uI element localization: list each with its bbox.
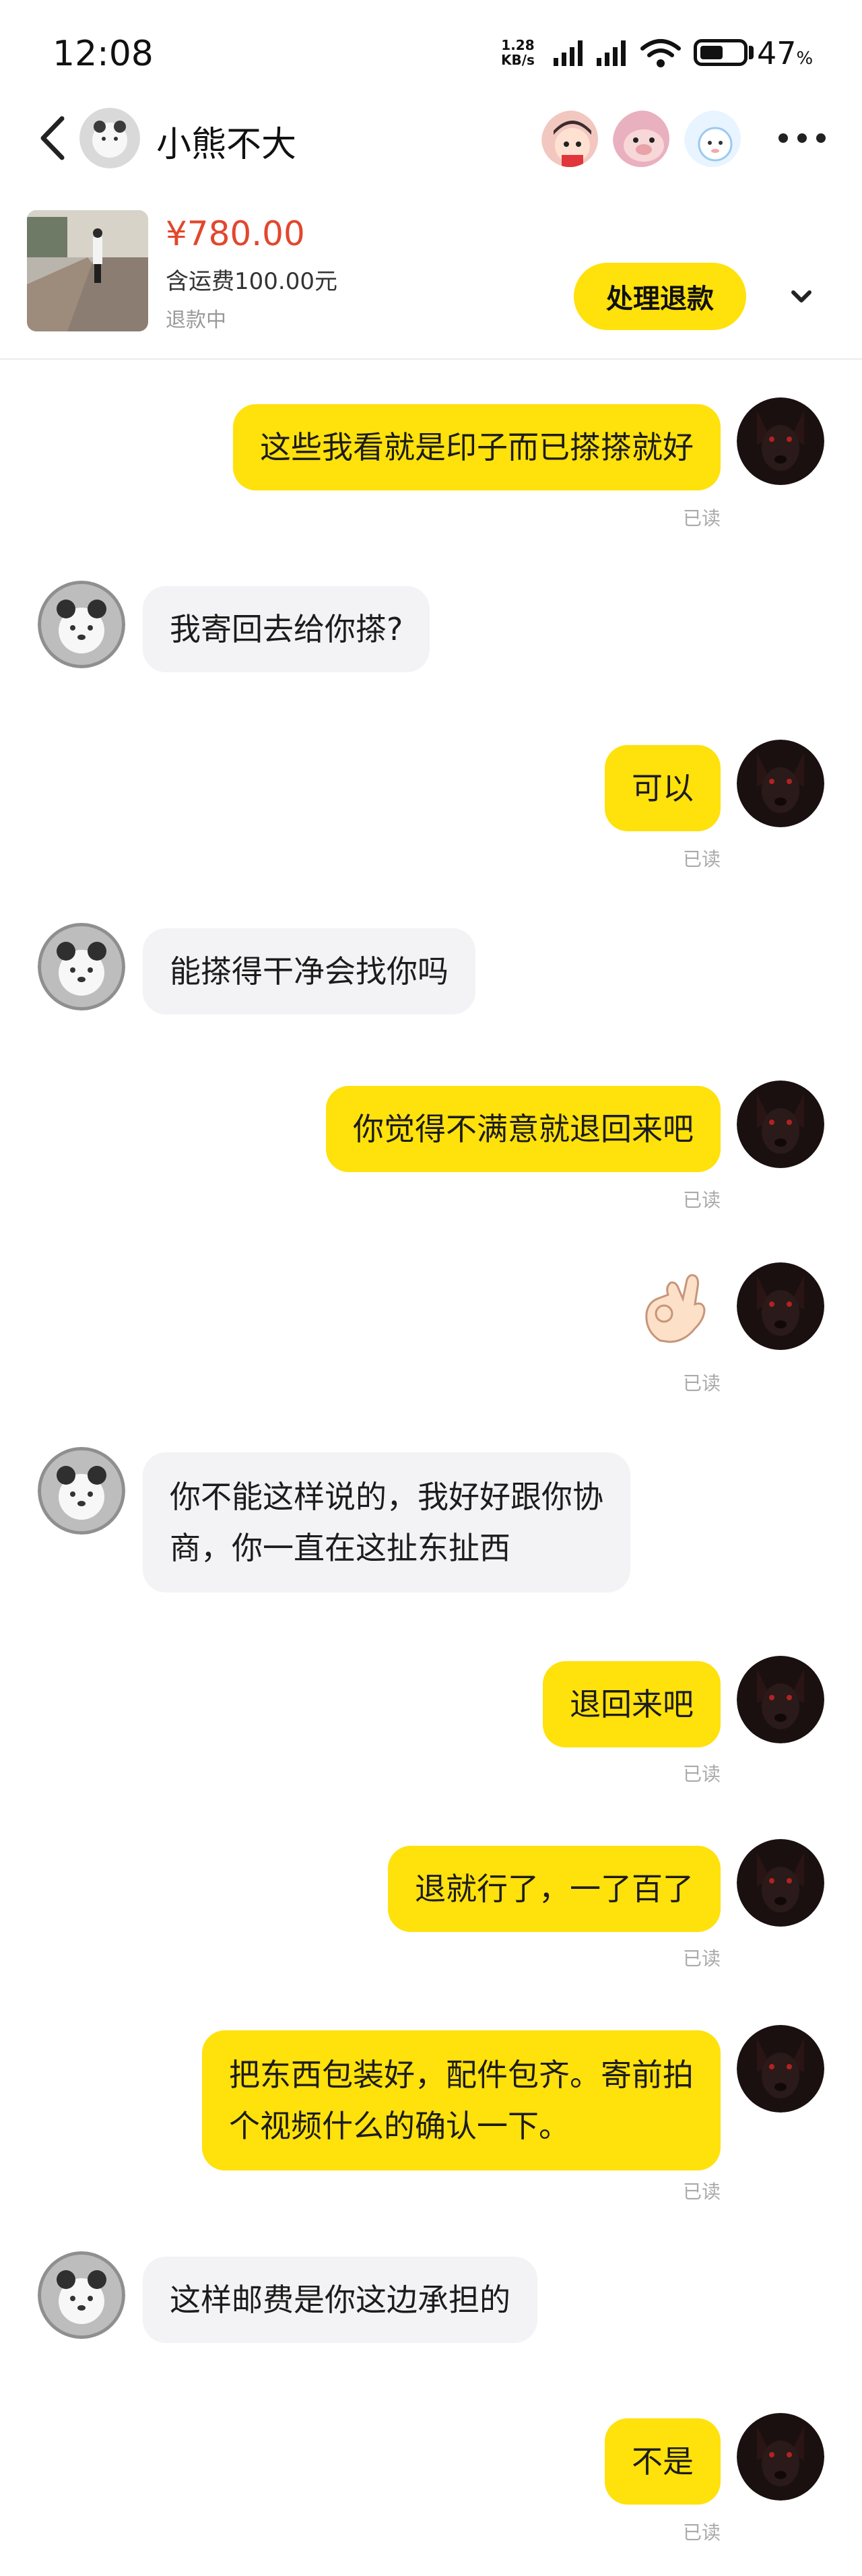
contact-name[interactable]: 小熊不大 xyxy=(156,116,296,166)
group-avatar-2[interactable] xyxy=(610,108,672,170)
message-incoming[interactable]: 你不能这样说的，我好好跟你协 商，你一直在这扯东扯西 xyxy=(143,1452,630,1592)
product-status: 退款中 xyxy=(166,309,226,332)
product-card[interactable]: ¥780.00 含运费100.00元 退款中 处理退款 xyxy=(0,195,862,360)
self-avatar[interactable] xyxy=(737,1081,824,1168)
wifi-icon xyxy=(640,39,681,67)
battery-level xyxy=(700,46,723,59)
message-outgoing[interactable]: 把东西包装好，配件包齐。寄前拍 个视频什么的确认一下。 xyxy=(202,2030,721,2170)
read-receipt: 已读 xyxy=(682,2181,721,2203)
signal-icon-2 xyxy=(597,40,626,66)
handle-refund-button[interactable]: 处理退款 xyxy=(574,263,746,330)
message-outgoing[interactable]: 退回来吧 xyxy=(543,1661,721,1747)
battery-tip xyxy=(749,46,754,59)
sender-avatar[interactable] xyxy=(38,923,125,1010)
message-line: 个视频什么的确认一下。 xyxy=(229,2108,570,2144)
product-price: ¥780.00 xyxy=(166,214,305,253)
self-avatar[interactable] xyxy=(737,1262,824,1350)
signal-icon xyxy=(554,40,583,66)
network-speed-unit: KB/s xyxy=(501,52,535,68)
group-avatar-3[interactable] xyxy=(682,108,743,170)
self-avatar[interactable] xyxy=(737,2413,824,2501)
read-receipt: 已读 xyxy=(682,2521,721,2544)
back-icon[interactable] xyxy=(35,115,70,162)
read-receipt: 已读 xyxy=(682,1947,721,1970)
message-outgoing[interactable]: 可以 xyxy=(605,745,721,831)
read-receipt: 已读 xyxy=(682,848,721,870)
message-line: 你不能这样说的，我好好跟你协 xyxy=(170,1479,603,1515)
message-line: 商，你一直在这扯东扯西 xyxy=(170,1530,510,1566)
message-outgoing[interactable]: 不是 xyxy=(605,2418,721,2505)
message-outgoing[interactable]: 你觉得不满意就退回来吧 xyxy=(326,1086,721,1172)
status-time: 12:08 xyxy=(53,34,154,74)
self-avatar[interactable] xyxy=(737,1656,824,1743)
sender-avatar[interactable] xyxy=(38,1447,125,1535)
group-avatar-1[interactable] xyxy=(539,108,601,170)
message-incoming[interactable]: 我寄回去给你搽? xyxy=(143,586,430,672)
message-outgoing[interactable]: 这些我看就是印子而已搽搽就好 xyxy=(233,404,721,490)
message-incoming[interactable]: 能搽得干净会找你吗 xyxy=(143,928,475,1015)
network-speed: 1.28 KB/s xyxy=(501,38,535,67)
more-icon[interactable] xyxy=(778,133,826,144)
read-receipt: 已读 xyxy=(682,1763,721,1785)
self-avatar[interactable] xyxy=(737,740,824,827)
read-receipt: 已读 xyxy=(682,1372,721,1394)
sender-avatar[interactable] xyxy=(38,581,125,668)
chat-header: 小熊不大 xyxy=(0,101,862,175)
contact-avatar[interactable] xyxy=(79,108,140,168)
read-receipt: 已读 xyxy=(682,507,721,529)
self-avatar[interactable] xyxy=(737,1839,824,1927)
message-line: 把东西包装好，配件包齐。寄前拍 xyxy=(229,2057,694,2093)
self-avatar[interactable] xyxy=(737,397,824,485)
read-receipt: 已读 xyxy=(682,1189,721,1211)
network-speed-value: 1.28 xyxy=(501,37,535,53)
self-avatar[interactable] xyxy=(737,2025,824,2113)
message-outgoing[interactable]: 退就行了，一了百了 xyxy=(388,1846,721,1932)
ok-hand-emoji-icon[interactable] xyxy=(633,1266,714,1347)
message-incoming[interactable]: 这样邮费是你这边承担的 xyxy=(143,2257,537,2343)
product-thumbnail[interactable] xyxy=(27,210,148,331)
product-shipping: 含运费100.00元 xyxy=(166,268,337,295)
status-bar: 12:08 1.28 KB/s 47% xyxy=(0,0,862,108)
chevron-down-icon[interactable] xyxy=(774,278,828,318)
battery-percent: 47% xyxy=(757,35,814,71)
battery-icon xyxy=(694,39,748,66)
sender-avatar[interactable] xyxy=(38,2251,125,2339)
